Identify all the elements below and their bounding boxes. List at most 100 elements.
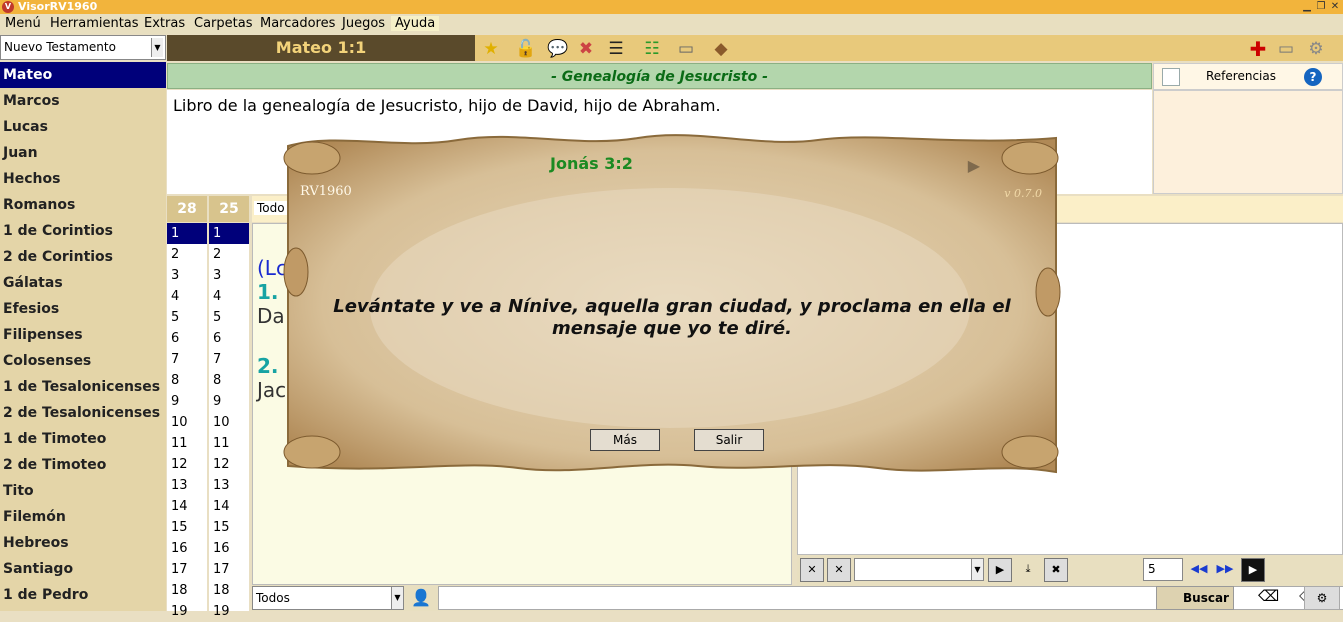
book-item[interactable]: Mateo xyxy=(0,62,166,88)
remove-item-icon[interactable]: ✕ xyxy=(827,558,851,582)
exit-button[interactable]: Salir xyxy=(694,429,764,451)
chapter-item[interactable]: 6 xyxy=(167,328,207,349)
next-icon[interactable]: ▶ xyxy=(1241,558,1265,582)
book-item[interactable]: Hechos xyxy=(0,166,166,192)
verse-item[interactable]: 8 xyxy=(209,370,249,391)
menu-herramientas[interactable]: Herramientas xyxy=(50,16,139,31)
chat-icon[interactable]: 💬 xyxy=(547,38,569,60)
remove-list-icon[interactable]: ✕ xyxy=(800,558,824,582)
chapter-item[interactable]: 3 xyxy=(167,265,207,286)
verse-item[interactable]: 4 xyxy=(209,286,249,307)
verse-item[interactable]: 6 xyxy=(209,328,249,349)
more-button[interactable]: Más xyxy=(590,429,660,451)
chapter-item[interactable]: 9 xyxy=(167,391,207,412)
book-item[interactable]: Romanos xyxy=(0,192,166,218)
book-item[interactable]: Filemón xyxy=(0,504,166,530)
book-item[interactable]: Marcos xyxy=(0,88,166,114)
chapter-item[interactable]: 10 xyxy=(167,412,207,433)
chapter-item[interactable]: 19 xyxy=(167,601,207,622)
chapter-item[interactable]: 8 xyxy=(167,370,207,391)
book-item[interactable]: Colosenses xyxy=(0,348,166,374)
menu-juegos[interactable]: Juegos xyxy=(342,16,385,31)
chapter-item[interactable]: 15 xyxy=(167,517,207,538)
count-stepper[interactable]: 5 xyxy=(1143,558,1183,581)
menu-menu[interactable]: Menú xyxy=(5,16,41,31)
fast-forward-icon[interactable]: ▶▶ xyxy=(1213,558,1237,582)
book-item[interactable]: Efesios xyxy=(0,296,166,322)
chapter-item[interactable]: 14 xyxy=(167,496,207,517)
options-icon[interactable]: ⚙ xyxy=(1304,586,1340,610)
book-item[interactable]: 1 de Corintios xyxy=(0,218,166,244)
verse-item[interactable]: 3 xyxy=(209,265,249,286)
chevron-down-icon[interactable]: ▼ xyxy=(151,38,163,57)
download-icon[interactable]: ⤓ xyxy=(1016,558,1040,582)
verse-item[interactable]: 10 xyxy=(209,412,249,433)
settings-icon[interactable]: ⚙ xyxy=(1305,38,1327,60)
book-item[interactable]: 1 de Tesalonicenses xyxy=(0,374,166,400)
verse-item[interactable]: 19 xyxy=(209,601,249,622)
chapter-item[interactable]: 12 xyxy=(167,454,207,475)
search-filter-select[interactable]: Todos ▼ xyxy=(252,586,404,610)
play-icon[interactable]: ▶ xyxy=(968,156,980,175)
book-remove-icon[interactable]: ✖ xyxy=(575,38,597,60)
play-icon[interactable]: ▶ xyxy=(988,558,1012,582)
book-item[interactable]: 2 de Tesalonicenses xyxy=(0,400,166,426)
verse-item[interactable]: 5 xyxy=(209,307,249,328)
testament-select[interactable]: Nuevo Testamento ▼ xyxy=(0,35,166,60)
book-item[interactable]: 1 de Timoteo xyxy=(0,426,166,452)
chapter-item[interactable]: 2 xyxy=(167,244,207,265)
verse-item[interactable]: 11 xyxy=(209,433,249,454)
verse-item[interactable]: 7 xyxy=(209,349,249,370)
chapter-item[interactable]: 16 xyxy=(167,538,207,559)
minimize-icon[interactable]: ▁ xyxy=(1301,0,1313,14)
verse-item[interactable]: 17 xyxy=(209,559,249,580)
chapter-item[interactable]: 18 xyxy=(167,580,207,601)
chapter-item[interactable]: 4 xyxy=(167,286,207,307)
chapter-item[interactable]: 7 xyxy=(167,349,207,370)
verse-item[interactable]: 12 xyxy=(209,454,249,475)
backspace-icon[interactable]: ⌫ xyxy=(1258,587,1279,605)
star-add-icon[interactable]: ★ xyxy=(480,38,502,60)
verse-item[interactable]: 1 xyxy=(209,223,249,244)
monitor-icon[interactable]: ▭ xyxy=(675,38,697,60)
list-icon[interactable]: ☰ xyxy=(605,38,627,60)
rewind-icon[interactable]: ◀◀ xyxy=(1187,558,1211,582)
search-button[interactable]: Buscar xyxy=(1156,586,1234,610)
book-item[interactable]: 2 de Timoteo xyxy=(0,452,166,478)
book-item[interactable]: Hebreos xyxy=(0,530,166,556)
verse-item[interactable]: 2 xyxy=(209,244,249,265)
chevron-down-icon[interactable]: ▼ xyxy=(391,587,403,609)
chapter-item[interactable]: 11 xyxy=(167,433,207,454)
verse-item[interactable]: 9 xyxy=(209,391,249,412)
verse-item[interactable]: 18 xyxy=(209,580,249,601)
add-icon[interactable]: ✚ xyxy=(1247,38,1269,60)
verse-item[interactable]: 15 xyxy=(209,517,249,538)
book-item[interactable]: Gálatas xyxy=(0,270,166,296)
verse-item[interactable]: 14 xyxy=(209,496,249,517)
version-select[interactable]: ▼ xyxy=(854,558,984,581)
help-icon[interactable]: ? xyxy=(1304,68,1322,86)
book-item[interactable]: Lucas xyxy=(0,114,166,140)
tree-list-icon[interactable]: ☷ xyxy=(641,38,663,60)
book-item[interactable]: 2 de Corintios xyxy=(0,244,166,270)
book-item[interactable]: Santiago xyxy=(0,556,166,582)
monitor-small-icon[interactable]: ▭ xyxy=(1275,38,1297,60)
user-icon[interactable]: 👤 xyxy=(408,586,434,610)
unlock-icon[interactable]: 🔓 xyxy=(515,38,537,60)
verse-item[interactable]: 13 xyxy=(209,475,249,496)
chapter-item[interactable]: 17 xyxy=(167,559,207,580)
chapter-item[interactable]: 1 xyxy=(167,223,207,244)
book-item[interactable]: Tito xyxy=(0,478,166,504)
menu-ayuda[interactable]: Ayuda xyxy=(391,16,440,31)
restore-icon[interactable]: ❐ xyxy=(1315,0,1327,14)
chapter-item[interactable]: 13 xyxy=(167,475,207,496)
chapter-item[interactable]: 5 xyxy=(167,307,207,328)
close-icon[interactable]: ✕ xyxy=(1329,0,1341,14)
copy-icon[interactable] xyxy=(1162,68,1180,86)
verse-item[interactable]: 16 xyxy=(209,538,249,559)
menu-extras[interactable]: Extras xyxy=(144,16,185,31)
book-item[interactable]: Filipenses xyxy=(0,322,166,348)
chevron-down-icon[interactable]: ▼ xyxy=(971,559,983,580)
book-item[interactable]: Juan xyxy=(0,140,166,166)
menu-marcadores[interactable]: Marcadores xyxy=(260,16,335,31)
